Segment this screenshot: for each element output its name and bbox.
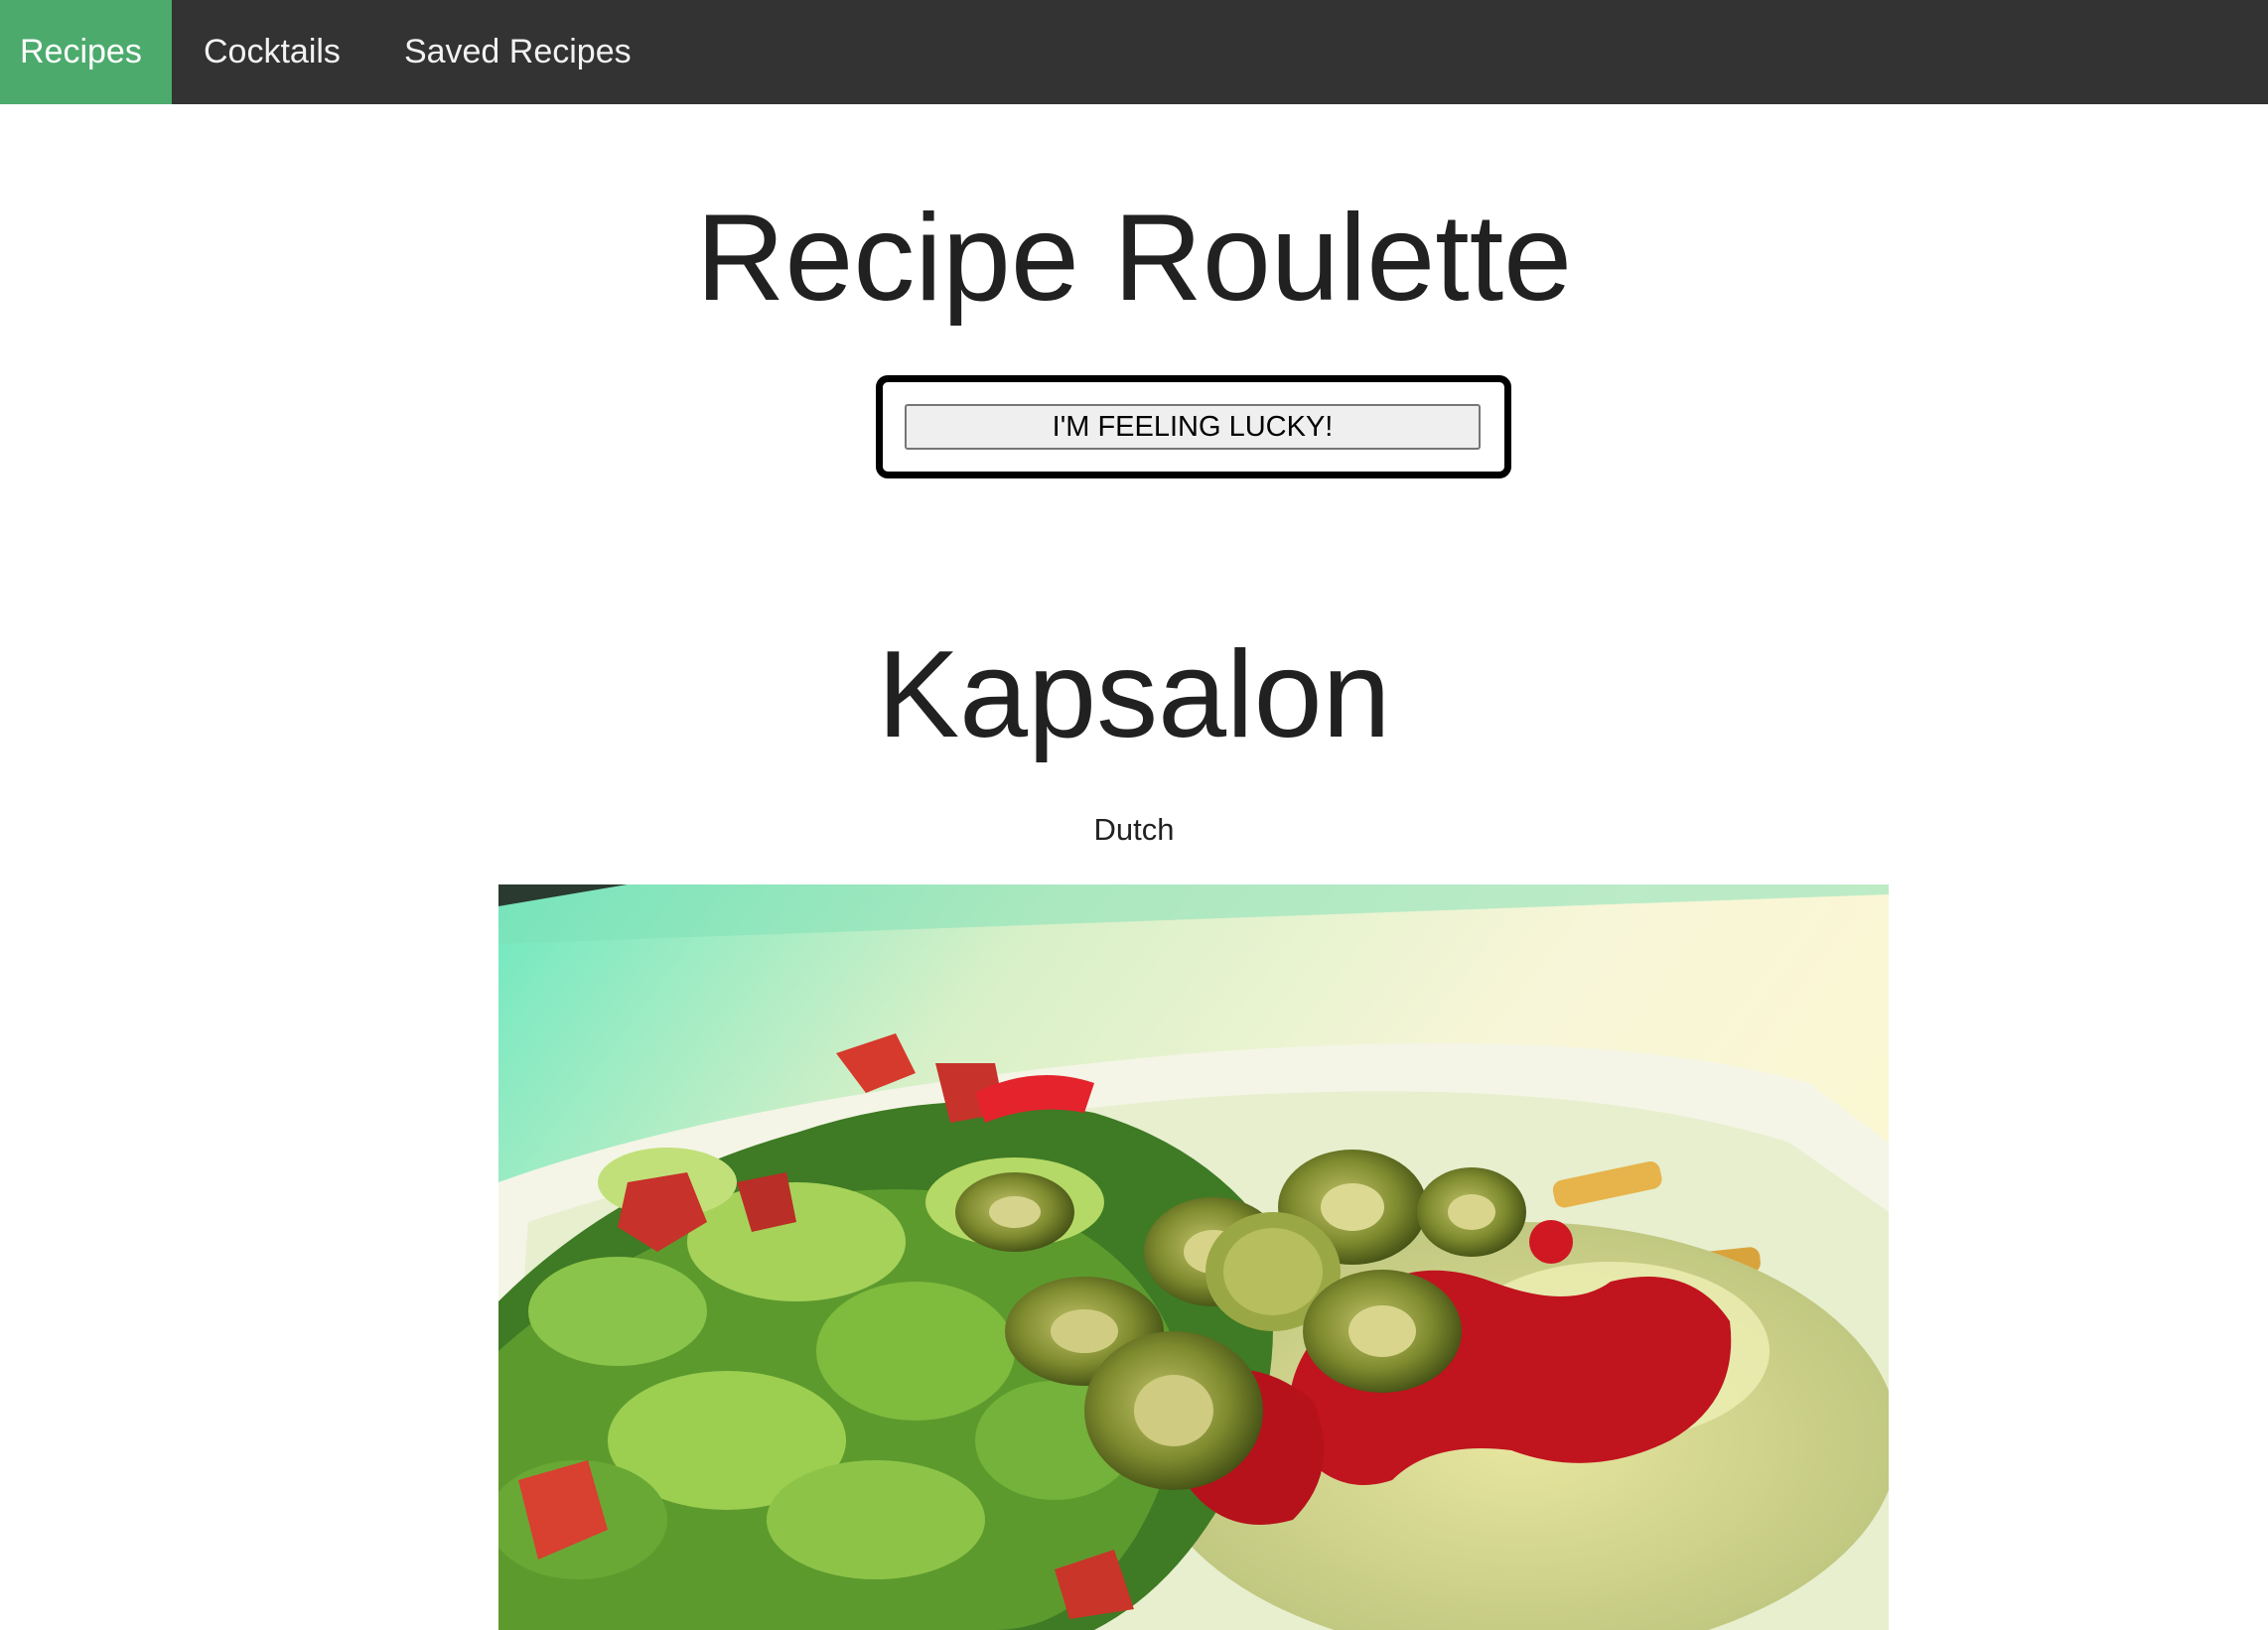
nav-item-recipes[interactable]: Recipes [0,0,172,104]
recipe-image [498,884,1889,1630]
lucky-button-frame: I'M FEELING LUCKY! [876,375,1511,478]
recipe-photo-illustration [498,884,1889,1630]
top-navigation-bar: Recipes Cocktails Saved Recipes [0,0,2268,104]
feeling-lucky-button[interactable]: I'M FEELING LUCKY! [905,404,1481,450]
nav-item-saved-recipes[interactable]: Saved Recipes [372,0,663,104]
recipe-name: Kapsalon [877,626,1391,763]
nav-item-cocktails[interactable]: Cocktails [172,0,372,104]
page-title: Recipe Roulette [695,190,1573,327]
recipe-cuisine: Dutch [1093,812,1175,847]
